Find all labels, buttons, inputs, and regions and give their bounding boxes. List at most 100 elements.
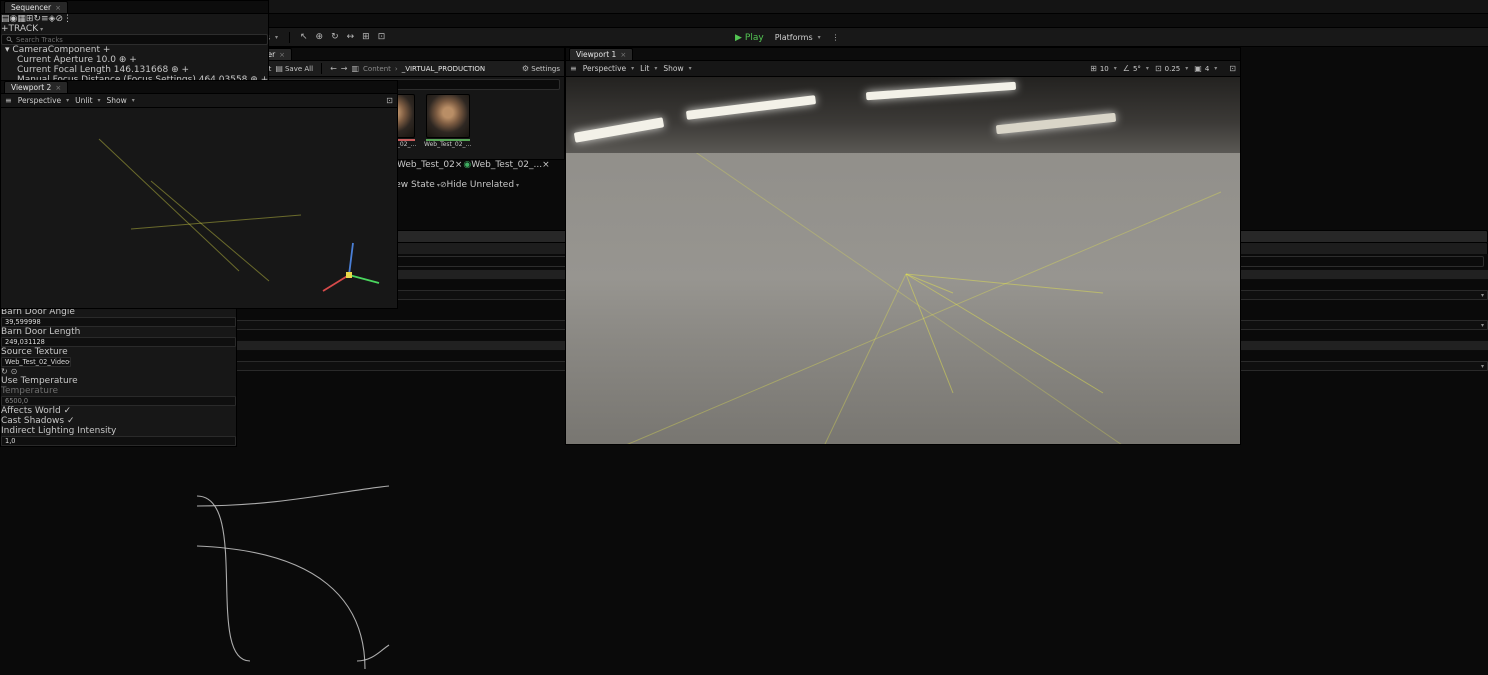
viewport-options-icon[interactable]: ≡ [570, 64, 577, 73]
unlit-dropdown[interactable]: Unlit ▾ [75, 96, 100, 105]
close-tab-icon[interactable]: × [620, 51, 626, 59]
search-icon [6, 36, 13, 43]
play-button[interactable]: ▶ Play [735, 33, 764, 43]
back-icon[interactable]: ← [330, 64, 337, 73]
save-icon[interactable]: ▤ [1, 14, 10, 24]
indirect-lighting-value[interactable]: 1,0 [1, 436, 237, 446]
gizmo-center [345, 272, 352, 278]
track-row: +TRACK ▾ Search Tracks [1, 24, 269, 45]
folder-icon: ▥ [351, 63, 360, 73]
track-row-item[interactable]: Current Focal Length 146.131668 ⊕ + [1, 65, 268, 75]
lit-dropdown[interactable]: Lit ▾ [640, 64, 657, 73]
snap-controls: ⊞ 10 ▾ ∠ 5° ▾ ⊡ 0.25 ▾ ▣ 4 ▾ [1090, 64, 1217, 73]
perspective-dropdown[interactable]: Perspective ▾ [18, 96, 69, 105]
transform-tools: ↖ ⊕ ↻ ↔ ⊞ ⊡ [296, 32, 389, 42]
light-property-row: Barn Door Length 249,031128 [1, 327, 237, 347]
maximize-icon[interactable]: ⊡ [386, 96, 393, 105]
z-axis-arrow [347, 242, 354, 276]
scale-snap-value[interactable]: ⊡ 0.25 ▾ [1155, 64, 1188, 73]
affects-world-row: Affects World ✓ [1, 406, 72, 416]
rotate-icon[interactable]: ↻ [327, 32, 343, 42]
close-tab-icon[interactable]: × [455, 160, 463, 170]
grid-snap-value[interactable]: ⊞ 10 ▾ [1090, 64, 1117, 73]
more-icon[interactable]: ⋮ [832, 33, 840, 42]
hide-unrelated-button[interactable]: ⊘Hide Unrelated ▾ [440, 180, 519, 190]
track-search-input[interactable]: Search Tracks [1, 34, 269, 45]
cast-shadows-row: Cast Shadows ✓ [1, 416, 75, 426]
grid-snap-icon[interactable]: ⊞ [358, 32, 374, 42]
playback-options-icon[interactable]: ≡ [41, 14, 49, 24]
light-property-value[interactable]: 249,031128 [1, 337, 237, 347]
scale-icon[interactable]: ↔ [343, 32, 359, 42]
viewport-2-tab[interactable]: Viewport 2 × [4, 81, 69, 93]
breadcrumb-current[interactable]: _VIRTUAL_PRODUCTION [402, 65, 485, 73]
add-keyframe-icon[interactable]: ⊕ [119, 55, 127, 65]
show-dropdown[interactable]: Show ▾ [107, 96, 135, 105]
ceiling [566, 77, 1240, 153]
track-row-item[interactable]: ▾ CameraComponent + [1, 45, 268, 55]
play-controls: ▶ Play Platforms ▾ ⋮ [735, 28, 840, 47]
unreal-editor-window: U FileEditWindowToolsBuildHelp ▤ Aa_Main… [0, 0, 1488, 675]
settings-button[interactable]: ⚙ Settings [521, 63, 560, 73]
transform-gizmo[interactable] [317, 235, 397, 305]
close-tab-icon[interactable]: × [279, 51, 285, 59]
perspective-dropdown[interactable]: Perspective ▾ [583, 64, 634, 73]
maximize-icon[interactable]: ⊡ [1229, 64, 1236, 73]
platforms-button[interactable]: Platforms ▾ [770, 31, 826, 44]
browse-to-icon[interactable]: ⊙ [11, 367, 18, 376]
viewport-options-icon[interactable]: ≡ [5, 96, 12, 105]
viewport-1-scene[interactable]: 24.00 FPS41.66 ms 0026 ▾ 9022 |◀◀◀◀▶▶▶▶|… [566, 77, 1240, 444]
affects-world-checkbox[interactable]: ✓ [64, 406, 72, 416]
add-track-button[interactable]: +TRACK ▾ [1, 24, 43, 34]
select-icon[interactable]: ↖ [296, 32, 312, 42]
refresh-icon[interactable]: ↻ [33, 14, 41, 24]
gear-icon: ⚙ [521, 63, 530, 73]
viewport-2-toolbar: ≡ Perspective ▾ Unlit ▾ Show ▾ ⊡ [1, 94, 397, 108]
sequencer-toolbar: ▤◉▦⊞↻≡◈⊘⋮ [1, 14, 268, 24]
filter-icon[interactable]: ⊘ [55, 14, 63, 24]
play-icon: ▶ [735, 32, 742, 43]
surface-snap-icon[interactable]: ⊡ [374, 32, 390, 42]
viewport-1-toolbar: ≡ Perspective ▾ Lit ▾ Show ▾ ⊞ 10 ▾ ∠ 5° ▾ ⊡ 0.25 ▾… [566, 61, 1240, 77]
sequencer-tabbar: Sequencer × [1, 1, 269, 14]
asset-editor-tab[interactable]: ◉Web_Test_02_...× [463, 160, 549, 170]
asset-tile[interactable]: Web_Test_02_Video_Mat [424, 94, 472, 148]
close-tab-icon[interactable]: × [55, 4, 61, 12]
viewport-2-scene[interactable] [1, 108, 397, 308]
temperature-row: Temperature 6500,0 [1, 386, 237, 406]
forward-icon[interactable]: → [341, 64, 348, 73]
camera-speed-value[interactable]: ▣ 4 ▾ [1194, 64, 1217, 73]
asset-thumbnail [426, 94, 470, 138]
track-row-item[interactable]: Current Aperture 10.0 ⊕ + [1, 55, 268, 65]
render-movie-icon[interactable]: ▦ [17, 14, 26, 24]
save-icon: ▤ [275, 63, 283, 73]
show-dropdown[interactable]: Show ▾ [663, 64, 691, 73]
indirect-lighting-row: Indirect Lighting Intensity 1,0 [1, 426, 237, 446]
floor [566, 343, 1240, 444]
temperature-value[interactable]: 6500,0 [1, 396, 237, 406]
cast-shadows-checkbox[interactable]: ✓ [67, 416, 75, 426]
add-keyframe-icon[interactable]: ⊕ [171, 65, 179, 75]
y-axis-arrow [348, 274, 380, 284]
add-section-icon[interactable]: + [181, 65, 189, 75]
breadcrumb-root[interactable]: Content [363, 65, 391, 73]
move-icon[interactable]: ⊕ [312, 32, 328, 42]
use-selected-icon[interactable]: ↻ [1, 367, 8, 376]
sequencer-tab[interactable]: Sequencer × [4, 1, 68, 13]
close-tab-icon[interactable]: × [542, 160, 550, 170]
more-options-icon[interactable]: ⋮ [63, 14, 72, 24]
asset-editor-tab[interactable]: ◉Web_Test_02× [389, 160, 462, 170]
x-axis-arrow [322, 274, 350, 292]
use-temperature-row: Use Temperature [1, 376, 78, 386]
save-all-button[interactable]: ▤ Save All [275, 63, 313, 73]
add-section-icon[interactable]: + [129, 55, 137, 65]
add-section-icon[interactable]: + [103, 45, 111, 55]
light-property-row: Barn Door Angle 39,599998 [1, 307, 237, 327]
rotation-snap-value[interactable]: ∠ 5° ▾ [1123, 64, 1149, 73]
viewport-1-panel: Viewport 1 × ≡ Perspective ▾ Lit ▾ Show ▾ ⊞ 1… [565, 47, 1241, 445]
light-lines [98, 138, 302, 282]
close-tab-icon[interactable]: × [55, 84, 61, 92]
source-texture-dropdown[interactable]: Web_Test_02_Video▾ [1, 357, 71, 367]
light-property-value[interactable]: 39,599998 [1, 317, 237, 327]
viewport-1-tab[interactable]: Viewport 1 × [569, 48, 634, 60]
